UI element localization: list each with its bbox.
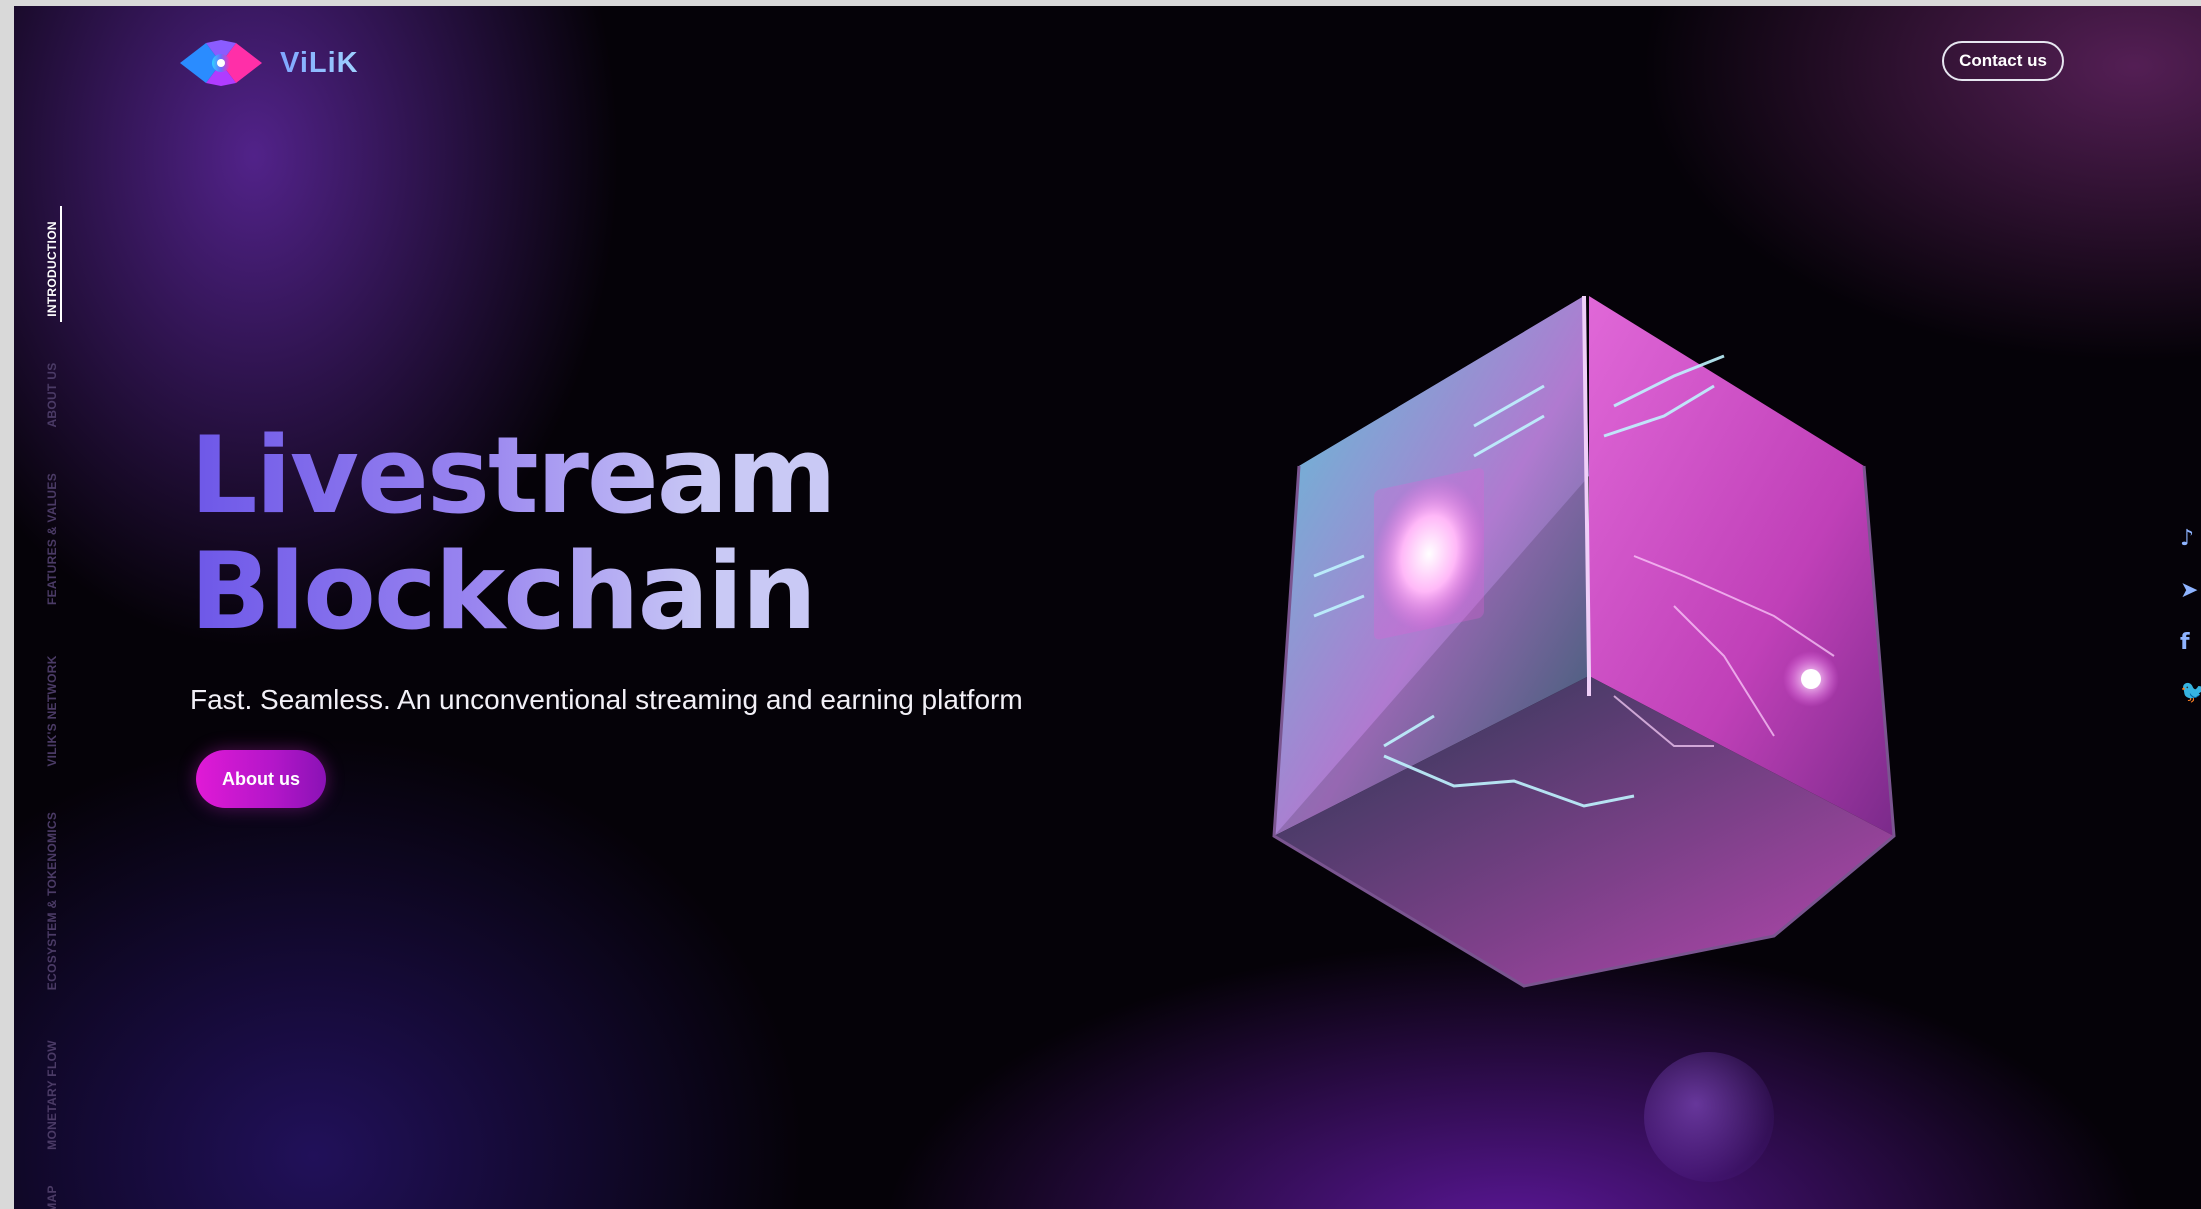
contact-us-button[interactable]: Contact us [1942, 41, 2064, 81]
side-nav-item-monetary-flow[interactable]: MONETARY FLOW [45, 1040, 59, 1150]
hero-title: Livestream Blockchain [190, 418, 835, 650]
tiktok-icon[interactable]: ♪ [2180, 526, 2194, 551]
blockchain-cube-illustration [1272, 295, 1896, 988]
about-us-button[interactable]: About us [196, 750, 326, 808]
hero-title-line-1: Livestream [190, 414, 835, 537]
side-nav-item-viliks-network[interactable]: VILIK'S NETWORK [45, 655, 59, 766]
facebook-icon[interactable]: f [2180, 630, 2190, 655]
side-nav-item-about-us[interactable]: ABOUT US [45, 362, 59, 427]
decorative-bubble [1644, 1052, 1774, 1182]
hero-title-line-2: Blockchain [190, 530, 815, 653]
hero-subtitle: Fast. Seamless. An unconventional stream… [190, 684, 1023, 715]
side-nav-item-introduction[interactable]: INTRODUCTION [45, 221, 59, 317]
side-nav-active-indicator [60, 206, 62, 322]
vilik-logo-icon [180, 40, 262, 86]
side-nav-item-features-values[interactable]: FEATURES & VALUES [45, 473, 59, 605]
side-nav-item-map[interactable]: MAP [45, 1185, 59, 1209]
telegram-icon[interactable]: ➤ [2180, 578, 2198, 603]
hero-page: ViLiK Contact us INTRODUCTION ABOUT US F… [14, 6, 2201, 1209]
logo[interactable]: ViLiK [180, 40, 359, 86]
logo-text: ViLiK [280, 46, 359, 79]
side-nav: INTRODUCTION ABOUT US FEATURES & VALUES … [14, 6, 84, 1209]
twitter-icon[interactable]: 🐦 [2180, 680, 2201, 705]
side-nav-item-ecosystem-tokenomics[interactable]: ECOSYSTEM & TOKENOMICS [45, 812, 59, 990]
